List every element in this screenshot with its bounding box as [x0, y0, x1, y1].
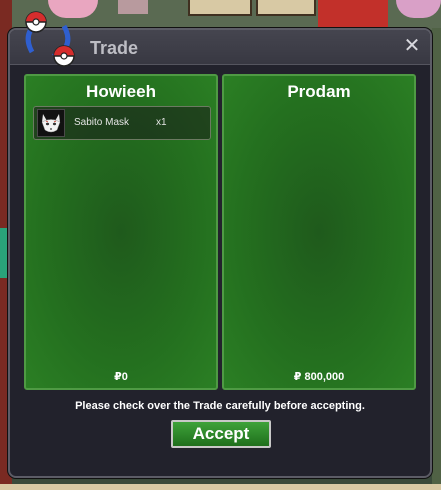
item-slot[interactable]: Sabito Mask x1	[33, 106, 211, 140]
money-amount: ₽ 800,000	[293, 371, 345, 383]
item-name: Sabito Mask	[74, 117, 130, 128]
window-title: Trade	[90, 38, 139, 58]
background-tile	[318, 0, 388, 30]
trade-notice: Please check over the Trade carefully be…	[75, 400, 365, 412]
background-tile	[188, 0, 252, 16]
background-tile	[256, 0, 316, 16]
close-icon[interactable]: ✕	[402, 36, 422, 56]
accept-button[interactable]: Accept	[171, 420, 271, 448]
trade-window: Trade ✕ Howieeh Sabito Mask x1 ₽0 Prodam…	[8, 28, 432, 478]
trade-swap-icon	[18, 8, 80, 70]
white-fox-mask-icon	[37, 109, 65, 137]
trade-panel-left: Howieeh Sabito Mask x1 ₽0	[24, 74, 218, 390]
money-amount: ₽0	[114, 371, 128, 383]
background-tile	[0, 484, 441, 490]
item-quantity: x1	[156, 117, 167, 128]
background-tile	[432, 28, 441, 490]
player-name: Howieeh	[86, 82, 156, 101]
player-name: Prodam	[287, 82, 351, 101]
background-sprite	[118, 0, 148, 14]
trade-panel-right: Prodam ₽ 800,000	[222, 74, 416, 390]
